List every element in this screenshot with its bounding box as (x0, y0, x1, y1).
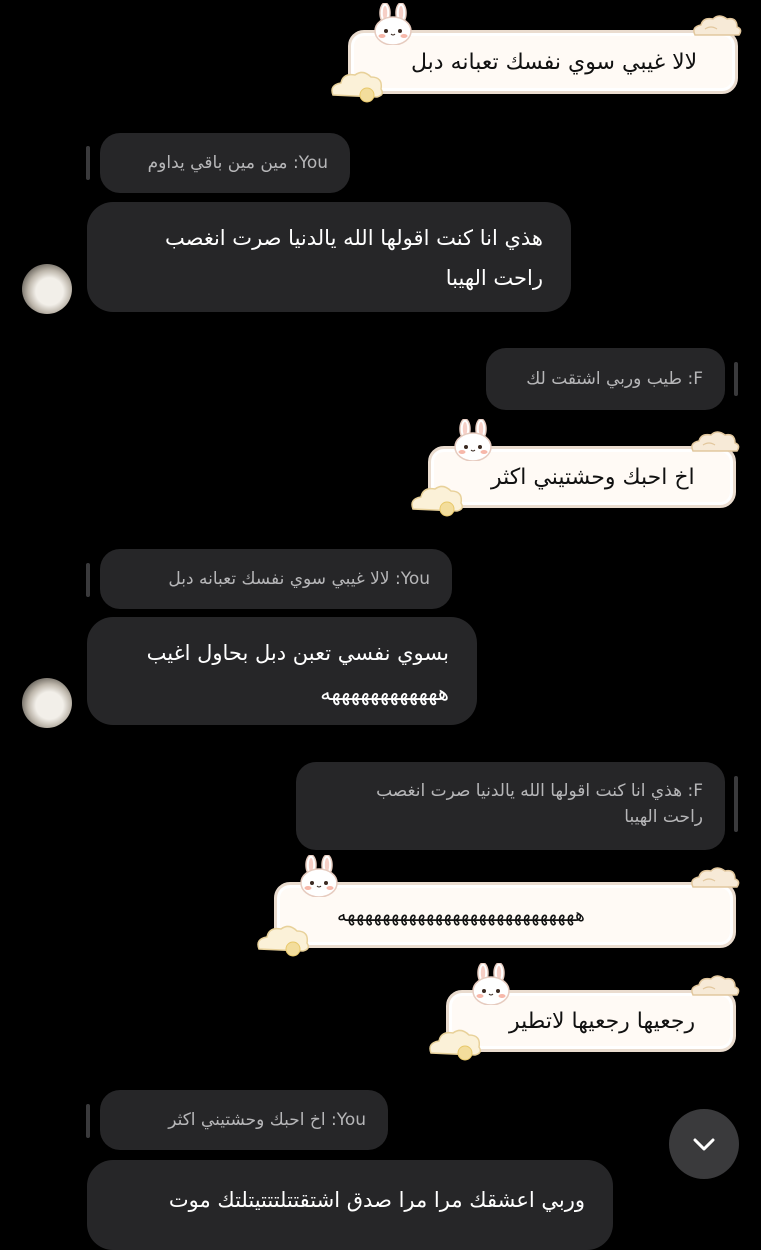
bunny-icon (297, 855, 343, 897)
cloud-icon (427, 1027, 483, 1063)
message-text: اخ احبك وحشتيني اكثر (491, 464, 695, 490)
reply-line: F: هذي انا كنت اقولها الله يالدنيا صرت ا… (376, 781, 703, 801)
received-message-bubble[interactable]: وربي اعشقك مرا مرا صدق اشتقتتلتتتيتلتك م… (87, 1160, 613, 1250)
reply-preview[interactable]: You: مين مين باقي يداوم (100, 133, 350, 193)
sent-sticker-bubble[interactable]: رجعيها رجعيها لاتطير (446, 990, 736, 1052)
sent-sticker-bubble[interactable]: هههههههههههههههههههههههههههه (274, 882, 736, 948)
reply-text: You: اخ احبك وحشتيني اكثر (168, 1110, 366, 1130)
avatar[interactable] (22, 678, 72, 728)
reply-indicator (86, 1104, 90, 1138)
message-line: هذي انا كنت اقولها الله يالدنيا صرت انغص… (164, 226, 543, 250)
sent-sticker-bubble[interactable]: لالا غيبي سوي نفسك تعبانه دبل (348, 30, 738, 94)
message-line: راحت الهيبا (445, 266, 543, 290)
received-message-bubble[interactable]: هذي انا كنت اقولها الله يالدنيا صرت انغص… (87, 202, 571, 312)
cloud-icon (329, 69, 385, 105)
cloud-icon (255, 923, 311, 959)
cloud-icon (689, 15, 743, 41)
reply-text: You: مين مين باقي يداوم (147, 153, 328, 173)
avatar[interactable] (22, 264, 72, 314)
message-text: رجعيها رجعيها لاتطير (509, 1008, 696, 1034)
reply-preview[interactable]: F: هذي انا كنت اقولها الله يالدنيا صرت ا… (296, 762, 725, 850)
reply-indicator (86, 563, 90, 597)
received-message-bubble[interactable]: بسوي نفسي تعبن دبل بحاول اغيب هههههههههه… (87, 617, 477, 725)
chevron-down-icon (693, 1138, 715, 1151)
message-text: هههههههههههههههههههههههههههه (337, 904, 585, 926)
message-line: وربي اعشقك مرا مرا صدق اشتقتتلتتتيتلتك م… (168, 1188, 585, 1212)
sent-sticker-bubble[interactable]: اخ احبك وحشتيني اكثر (428, 446, 736, 508)
reply-line: راحت الهيبا (624, 807, 703, 827)
reply-preview[interactable]: You: لالا غيبي سوي نفسك تعبانه دبل (100, 549, 452, 609)
cloud-icon (687, 975, 741, 1001)
bunny-icon (469, 963, 515, 1005)
bunny-icon (451, 419, 497, 461)
reply-text: F: طيب وربي اشتقت لك (526, 369, 703, 389)
reply-indicator (86, 146, 90, 180)
message-line: ههههههههههههه (320, 681, 449, 705)
reply-preview[interactable]: F: طيب وربي اشتقت لك (486, 348, 725, 410)
cloud-icon (409, 483, 465, 519)
message-text: لالا غيبي سوي نفسك تعبانه دبل (411, 49, 698, 75)
scroll-down-button[interactable] (669, 1109, 739, 1179)
reply-indicator (734, 362, 738, 396)
reply-preview[interactable]: You: اخ احبك وحشتيني اكثر (100, 1090, 388, 1150)
cloud-icon (687, 431, 741, 457)
message-line: بسوي نفسي تعبن دبل بحاول اغيب (146, 641, 449, 665)
reply-text: You: لالا غيبي سوي نفسك تعبانه دبل (168, 569, 430, 589)
cloud-icon (687, 867, 741, 893)
bunny-icon (371, 3, 417, 45)
reply-indicator (734, 776, 738, 832)
